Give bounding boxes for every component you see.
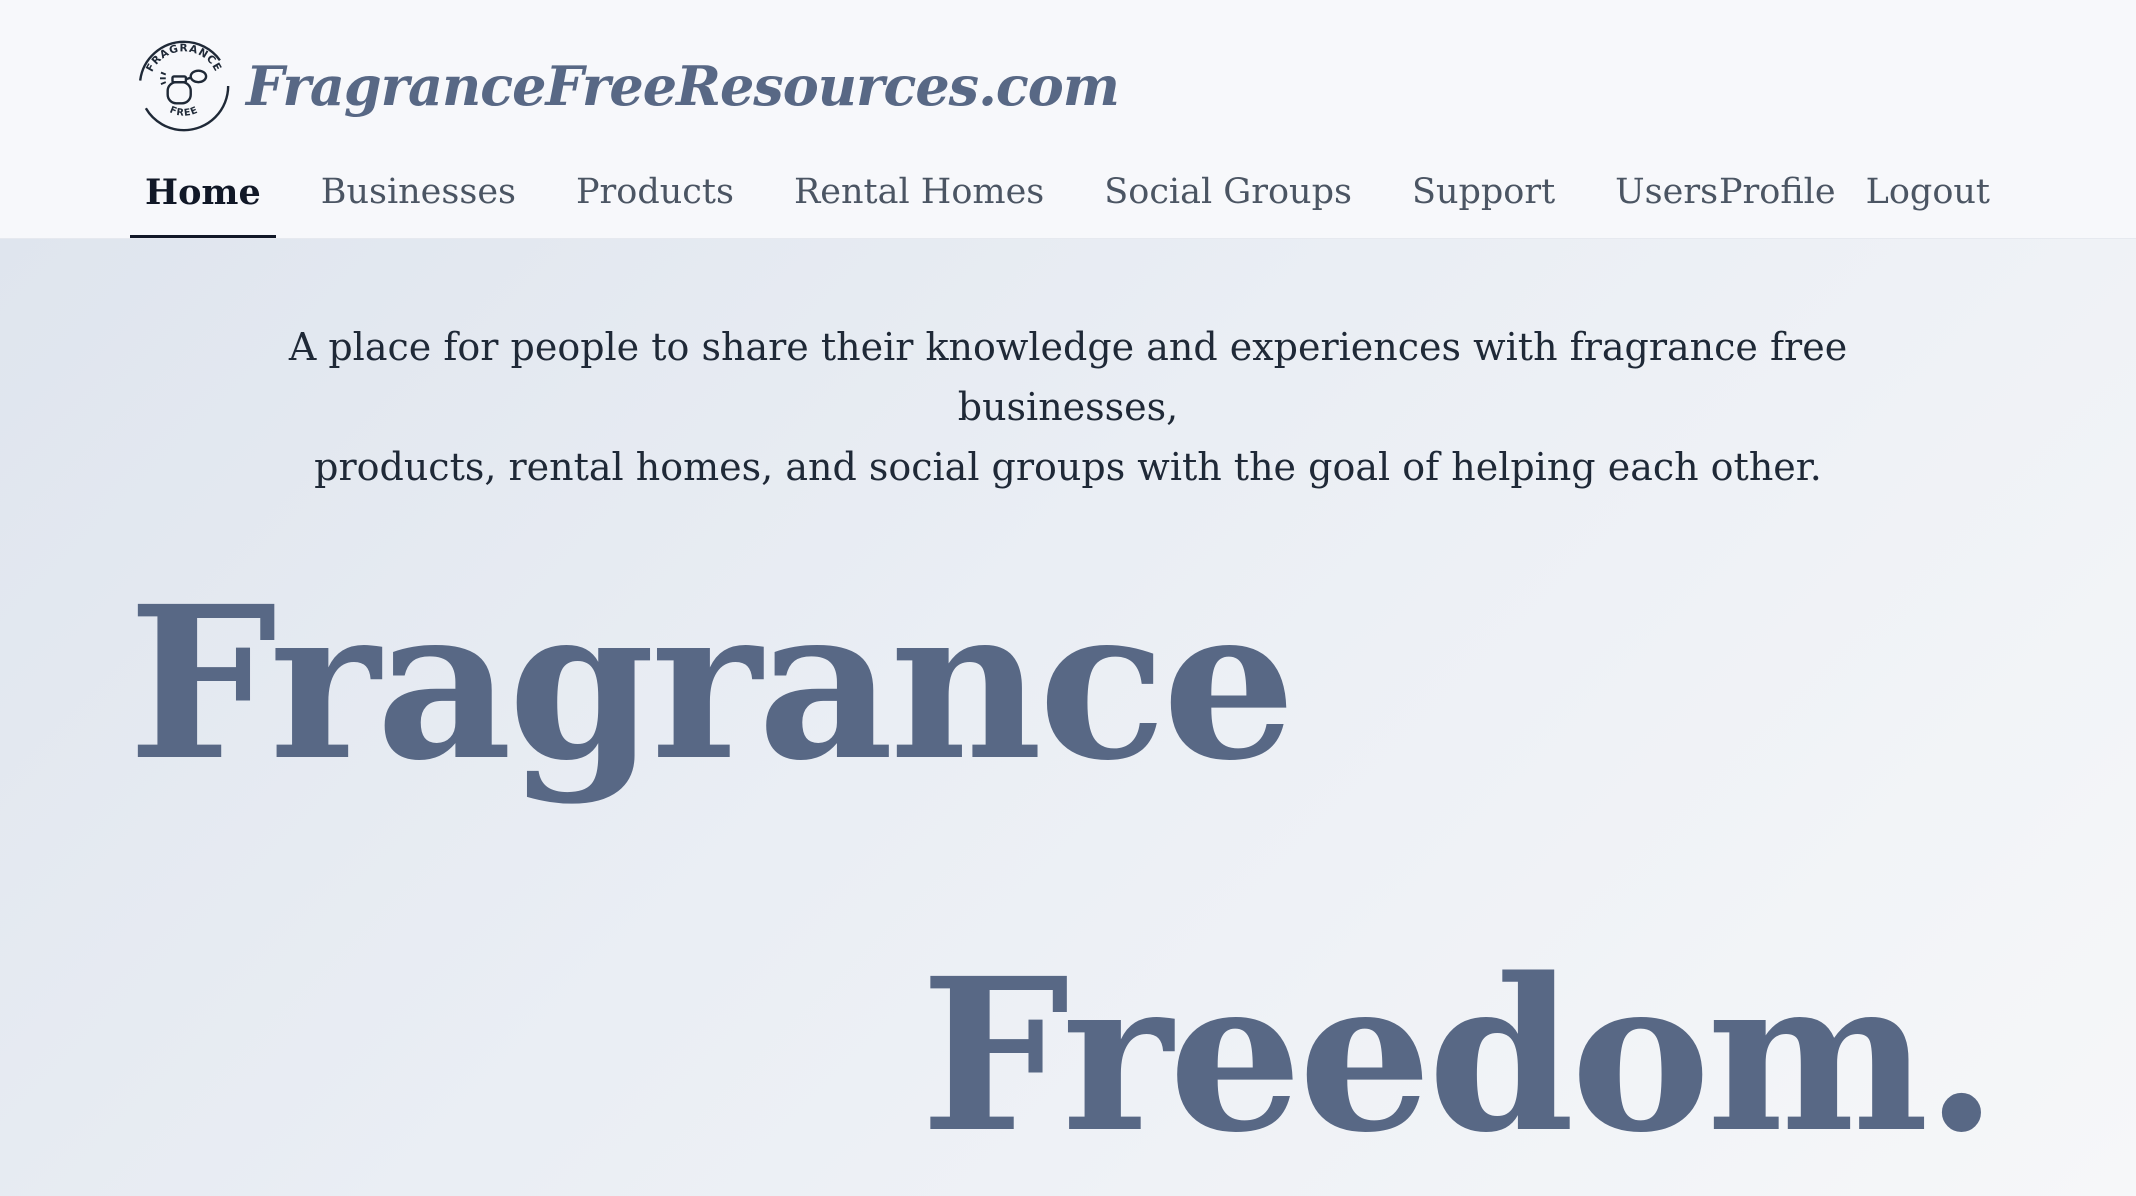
headline-word-1: Fragrance bbox=[128, 560, 1296, 807]
account-nav: Profile Logout bbox=[1689, 172, 1990, 212]
nav-item-support[interactable]: Support bbox=[1397, 160, 1570, 224]
brand[interactable]: FRAGRANCE FREE FragranceFreeResources.co… bbox=[136, 36, 1120, 136]
logo-top-text: FRAGRANCE bbox=[144, 42, 223, 74]
svg-text:FRAGRANCE: FRAGRANCE bbox=[144, 42, 224, 74]
main-nav: Home Businesses Products Rental Homes So… bbox=[130, 160, 1763, 238]
site-title[interactable]: FragranceFreeResources.com bbox=[246, 54, 1120, 118]
nav-item-products[interactable]: Products bbox=[561, 160, 749, 224]
headline-word-2: Freedom. bbox=[920, 932, 1998, 1179]
tagline-line-2: products, rental homes, and social group… bbox=[314, 445, 1822, 489]
svg-text:FREE: FREE bbox=[168, 105, 200, 119]
nav-item-rental-homes[interactable]: Rental Homes bbox=[779, 160, 1059, 224]
logo-bottom-text: FREE bbox=[168, 105, 199, 119]
tagline: A place for people to share their knowle… bbox=[200, 317, 1936, 497]
nav-item-home[interactable]: Home bbox=[130, 160, 276, 238]
profile-link[interactable]: Profile bbox=[1719, 172, 1836, 212]
nav-item-businesses[interactable]: Businesses bbox=[306, 160, 531, 224]
perfume-bottle-icon: FRAGRANCE FREE bbox=[138, 40, 230, 132]
site-header: FRAGRANCE FREE FragranceFreeResources.co… bbox=[0, 0, 2136, 239]
tagline-line-1: A place for people to share their knowle… bbox=[288, 325, 1848, 429]
hero-section: A place for people to share their knowle… bbox=[0, 239, 2136, 1196]
nav-item-social-groups[interactable]: Social Groups bbox=[1089, 160, 1367, 224]
logout-link[interactable]: Logout bbox=[1866, 172, 1990, 212]
